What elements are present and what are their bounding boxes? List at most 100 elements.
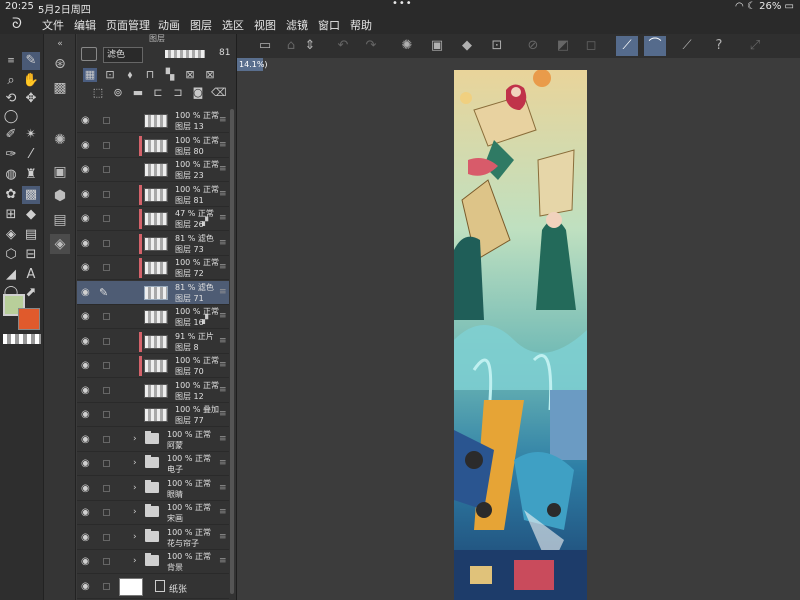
layer-lock-checkbox[interactable]: [103, 435, 110, 443]
visibility-eye-icon[interactable]: ◉: [81, 581, 93, 592]
layers-icon[interactable]: ◈: [50, 234, 70, 254]
drag-handle-icon[interactable]: ≡: [219, 262, 227, 272]
brush-tool-icon[interactable]: ⁄: [22, 146, 40, 164]
visibility-eye-icon[interactable]: ◉: [81, 287, 93, 298]
document-zoom-tab[interactable]: 14.1%): [237, 58, 268, 71]
lock-icon[interactable]: ⊓: [143, 68, 157, 82]
3d-icon[interactable]: ⬢: [50, 186, 70, 206]
layer-color-box[interactable]: [81, 47, 97, 61]
move-tool-icon[interactable]: ✥: [22, 90, 40, 108]
drag-handle-icon[interactable]: ≡: [219, 213, 227, 223]
visibility-eye-icon[interactable]: ◉: [81, 556, 93, 567]
collapse-icon[interactable]: «: [50, 34, 70, 54]
menu-filter[interactable]: 滤镜: [286, 17, 308, 33]
visibility-eye-icon[interactable]: ◉: [81, 507, 93, 518]
frame-tool-icon[interactable]: ⊟: [22, 246, 40, 264]
layer-lock-checkbox[interactable]: [103, 509, 110, 516]
drag-handle-icon[interactable]: ≡: [219, 336, 227, 346]
canvas-area[interactable]: 14.1%): [237, 58, 800, 600]
drag-handle-icon[interactable]: ≡: [219, 483, 227, 493]
layer-row[interactable]: ◉ 100 % 正常 图层 12 ≡: [77, 379, 229, 403]
layer-row[interactable]: ◉ ✎ 81 % 滤色 图层 71 ≡: [77, 280, 229, 305]
drag-handle-icon[interactable]: ≡: [219, 115, 227, 125]
visibility-eye-icon[interactable]: ◉: [81, 434, 93, 445]
eyedropper-tool-icon[interactable]: ✑: [2, 146, 20, 164]
background-color-swatch[interactable]: [18, 308, 40, 330]
visibility-eye-icon[interactable]: ◉: [81, 458, 93, 469]
layer-lock-checkbox[interactable]: [103, 190, 110, 198]
app-logo-icon[interactable]: ᘐ: [12, 16, 22, 32]
layer-lock-checkbox[interactable]: [103, 166, 110, 173]
invert-selection-icon[interactable]: ◩: [552, 36, 574, 56]
new-raster-icon[interactable]: ⬚: [91, 86, 105, 100]
fill-tool-icon[interactable]: ◈: [2, 226, 20, 244]
menu-select[interactable]: 选区: [222, 17, 244, 33]
layer-lock-checkbox[interactable]: [103, 215, 110, 222]
layer-folder-row[interactable]: ◉ › 100 % 正常 阿蒙 ≡: [77, 428, 229, 452]
property-icon[interactable]: ▤: [50, 210, 70, 230]
menu-animation[interactable]: 动画: [158, 17, 180, 33]
drag-handle-icon[interactable]: ≡: [219, 409, 227, 419]
drag-handle-icon[interactable]: ≡: [219, 164, 227, 174]
snap-ruler-icon[interactable]: ⟋: [616, 36, 638, 56]
snap-curve-icon[interactable]: ⌒: [644, 36, 666, 56]
transfer-down-icon[interactable]: ⊏: [151, 86, 165, 100]
grid-tool-icon[interactable]: ⊞: [2, 206, 20, 224]
layer-lock-checkbox[interactable]: [103, 141, 110, 149]
layer-row[interactable]: ◉ 100 % 叠加 图层 77 ≡: [77, 403, 229, 427]
redo-icon[interactable]: ↷: [360, 36, 382, 56]
layer-lock-checkbox[interactable]: [103, 117, 110, 124]
blend-mode-select[interactable]: 滤色: [103, 47, 143, 63]
navigator-icon[interactable]: ⊛: [50, 54, 70, 74]
ruler-icon[interactable]: ⟋: [676, 36, 698, 56]
new-vector-icon[interactable]: ⊚: [111, 86, 125, 100]
layer-lock-checkbox[interactable]: [103, 533, 110, 541]
layer-row[interactable]: ◉ ▞ 47 % 正常 图层 26 ≡: [77, 207, 229, 231]
clip-icon[interactable]: ⊠: [183, 68, 197, 82]
selection-icon[interactable]: ◻: [580, 36, 602, 56]
layer-row[interactable]: ◉ 100 % 正常 图层 81 ≡: [77, 183, 229, 207]
loading-icon[interactable]: ✺: [396, 36, 418, 56]
draft-icon[interactable]: ⬧: [123, 68, 137, 82]
visibility-eye-icon[interactable]: ◉: [81, 360, 93, 371]
layer-folder-row[interactable]: ◉ › 100 % 正常 电子 ≡: [77, 452, 229, 476]
layer-lock-checkbox[interactable]: [103, 362, 110, 369]
fill-icon[interactable]: ◆: [456, 36, 478, 56]
layer-lock-checkbox[interactable]: [103, 484, 110, 492]
opacity-slider[interactable]: [165, 50, 205, 58]
menu-file[interactable]: 文件: [42, 17, 64, 33]
help-icon[interactable]: ?: [708, 36, 730, 56]
hand-tool-icon[interactable]: ✋: [22, 72, 40, 90]
merge-icon[interactable]: ⊐: [171, 86, 185, 100]
clear-icon[interactable]: ▣: [426, 36, 448, 56]
delete-layer-icon[interactable]: ⌫: [211, 86, 227, 100]
paper-layer-row[interactable]: ◉ 纸张: [77, 575, 229, 599]
zoom-tool-icon[interactable]: ⌕: [2, 72, 20, 90]
menu-layer[interactable]: 图层: [190, 17, 212, 33]
deselect-icon[interactable]: ⊘: [522, 36, 544, 56]
drag-handle-icon[interactable]: ≡: [219, 385, 227, 395]
ref-layer-icon[interactable]: ▦: [83, 68, 97, 82]
sparkle-tool-icon[interactable]: ✴: [22, 126, 40, 144]
folder-expand-chevron-icon[interactable]: ›: [133, 556, 137, 566]
layer-folder-row[interactable]: ◉ › 100 % 正常 花与帘子 ≡: [77, 526, 229, 550]
layer-lock-checkbox[interactable]: [103, 386, 110, 394]
lasso-tool-icon[interactable]: ◯: [2, 108, 20, 126]
folder-expand-chevron-icon[interactable]: ›: [133, 532, 137, 542]
layer-lock-checkbox[interactable]: [103, 411, 110, 418]
folder-expand-chevron-icon[interactable]: ›: [133, 434, 137, 444]
pencil-tool-icon[interactable]: ✐: [2, 126, 20, 144]
menu-window[interactable]: 窗口: [318, 17, 340, 33]
layer-row[interactable]: ◉ 100 % 正常 图层 70 ≡: [77, 354, 229, 378]
airbrush-tool-icon[interactable]: ♜: [22, 166, 40, 184]
layer-lock-checkbox[interactable]: [103, 558, 110, 565]
mask-icon[interactable]: ⊡: [103, 68, 117, 82]
visibility-eye-icon[interactable]: ◉: [81, 336, 93, 347]
menu-view[interactable]: 视图: [254, 17, 276, 33]
visibility-eye-icon[interactable]: ◉: [81, 189, 93, 200]
visibility-eye-icon[interactable]: ◉: [81, 213, 93, 224]
layer-lock-checkbox[interactable]: [103, 460, 110, 467]
menu-help[interactable]: 帮助: [350, 17, 372, 33]
menu-edit[interactable]: 编辑: [74, 17, 96, 33]
rotate-tool-icon[interactable]: ⟲: [2, 90, 20, 108]
